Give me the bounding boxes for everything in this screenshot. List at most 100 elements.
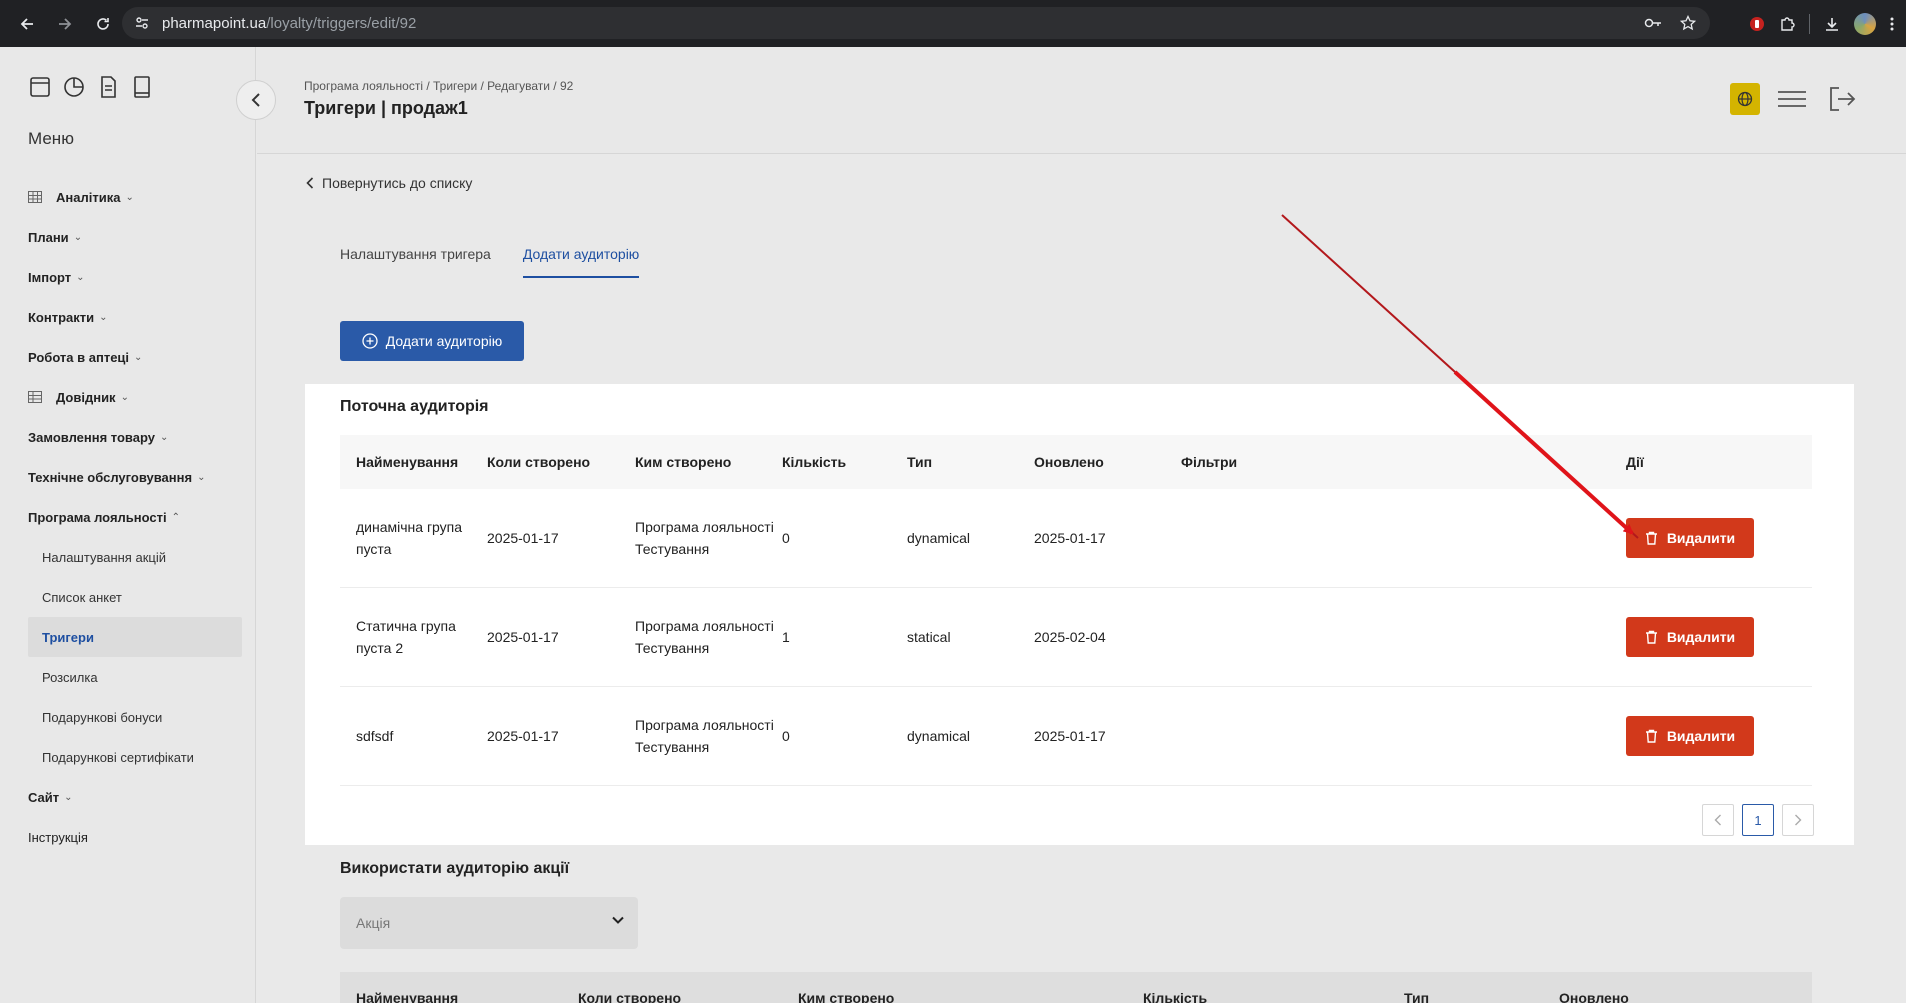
next-page-button[interactable] bbox=[1782, 804, 1814, 836]
sidebar-subitem-triggers[interactable]: Тригери bbox=[28, 617, 242, 657]
chevron-down-icon: ⌄ bbox=[73, 231, 83, 243]
cell-name: Статична група пуста 2 bbox=[356, 618, 456, 656]
browser-menu-icon[interactable] bbox=[1890, 16, 1894, 32]
url-text: pharmapoint.ua/loyalty/triggers/edit/92 bbox=[162, 15, 416, 32]
logout-icon[interactable] bbox=[1824, 83, 1860, 115]
forward-icon[interactable] bbox=[48, 7, 82, 41]
sidebar-item-label: Технічне обслуговування bbox=[28, 469, 193, 485]
table-row: sdfsdf 2025-01-17 Програма лояльності Те… bbox=[340, 687, 1812, 786]
chevron-down-icon: ⌄ bbox=[160, 431, 169, 443]
sidebar-subitem-gift-bonuses[interactable]: Подарункові бонуси bbox=[0, 697, 256, 737]
tab-trigger-settings[interactable]: Налаштування тригера bbox=[340, 246, 491, 278]
page-number-button[interactable]: 1 bbox=[1742, 804, 1774, 836]
url-path: /loyalty/triggers/edit/92 bbox=[266, 14, 417, 32]
bookmark-star-icon[interactable] bbox=[1680, 15, 1696, 31]
chevron-down-icon: ⌄ bbox=[64, 791, 73, 803]
delete-label: Видалити bbox=[1666, 728, 1736, 744]
toolbar-separator bbox=[1809, 13, 1810, 34]
sidebar-item-analytics[interactable]: Аналітика ⌄ bbox=[0, 177, 256, 217]
delete-button[interactable]: Видалити bbox=[1626, 617, 1754, 657]
archive-icon[interactable] bbox=[28, 75, 52, 99]
prev-page-button[interactable] bbox=[1702, 804, 1734, 836]
book-icon[interactable] bbox=[130, 75, 154, 99]
sidebar-subitem-gift-certificates[interactable]: Подарункові сертифікати bbox=[0, 737, 256, 777]
cell-count: 0 bbox=[782, 530, 790, 546]
browser-nav bbox=[0, 7, 120, 41]
promotion-select[interactable]: Акція bbox=[340, 897, 638, 949]
chevron-down-icon: ⌄ bbox=[76, 271, 85, 283]
col-header-updated[interactable]: Оновлено bbox=[1034, 454, 1181, 470]
col-header-name: Найменування bbox=[356, 990, 459, 1003]
use-audience-table-header: Найменування Коли створено Ким створено … bbox=[340, 972, 1812, 1003]
chevron-down-icon: ⌄ bbox=[120, 391, 129, 403]
back-to-list-link[interactable]: Повернутись до списку bbox=[306, 175, 472, 191]
sidebar-item-directory[interactable]: Довідник ⌄ bbox=[0, 377, 256, 417]
add-audience-button[interactable]: Додати аудиторію bbox=[340, 321, 524, 361]
cell-name: динамічна група пуста bbox=[356, 519, 463, 557]
extension-stop-icon[interactable] bbox=[1749, 16, 1765, 32]
sidebar-item-pharmacy-work[interactable]: Робота в аптеці ⌄ bbox=[0, 337, 256, 377]
col-header-name[interactable]: Найменування bbox=[340, 451, 487, 473]
browser-toolbar: pharmapoint.ua/loyalty/triggers/edit/92 bbox=[0, 0, 1906, 47]
sidebar-item-label: Сайт bbox=[28, 789, 60, 805]
delete-button[interactable]: Видалити bbox=[1626, 518, 1754, 558]
tab-bar: Налаштування тригера Додати аудиторію bbox=[340, 246, 640, 278]
download-icon[interactable] bbox=[1824, 16, 1840, 32]
back-icon[interactable] bbox=[10, 7, 44, 41]
col-header-creator[interactable]: Ким створено bbox=[635, 451, 782, 473]
address-bar[interactable]: pharmapoint.ua/loyalty/triggers/edit/92 bbox=[122, 7, 1710, 39]
sidebar-item-plans[interactable]: Плани ⌄ bbox=[0, 217, 256, 257]
password-key-icon[interactable] bbox=[1644, 16, 1662, 30]
sidebar-item-contracts[interactable]: Контракти ⌄ bbox=[0, 297, 256, 337]
hamburger-menu-icon[interactable] bbox=[1774, 83, 1810, 115]
col-header-created[interactable]: Коли створено bbox=[487, 454, 635, 470]
sidebar-subitem-surveys[interactable]: Список анкет bbox=[0, 577, 256, 617]
sidebar-subitem-promo-settings[interactable]: Налаштування акцій bbox=[0, 537, 256, 577]
sidebar-quick-icons bbox=[28, 75, 154, 99]
plus-circle-icon bbox=[362, 333, 378, 349]
cell-actions: Видалити bbox=[1626, 518, 1812, 558]
language-button[interactable] bbox=[1730, 83, 1760, 115]
sidebar-item-maintenance[interactable]: Технічне обслуговування ⌄ bbox=[0, 457, 256, 497]
reload-icon[interactable] bbox=[86, 7, 120, 41]
col-header-created: Коли створено bbox=[578, 990, 682, 1003]
sidebar-item-import[interactable]: Імпорт ⌄ bbox=[0, 257, 256, 297]
page-header: Програма лояльності / Тригери / Редагува… bbox=[257, 47, 1906, 154]
sidebar-item-site[interactable]: Сайт ⌄ bbox=[0, 777, 256, 817]
cell-creator: Програма лояльності Тестування bbox=[635, 519, 774, 557]
pie-chart-icon[interactable] bbox=[62, 75, 86, 99]
collapse-sidebar-button[interactable] bbox=[236, 80, 276, 120]
chevron-down-icon bbox=[612, 916, 624, 924]
sidebar-item-orders[interactable]: Замовлення товару ⌄ bbox=[0, 417, 256, 457]
cell-type: dynamical bbox=[907, 728, 971, 744]
sidebar: Меню Аналітика ⌄ Плани ⌄ Імпорт ⌄ Контракти… bbox=[0, 47, 256, 1003]
sidebar-item-loyalty[interactable]: Програма лояльності ⌃ bbox=[0, 497, 256, 537]
site-info-icon[interactable] bbox=[126, 7, 158, 39]
sidebar-subitem-mailing[interactable]: Розсилка bbox=[0, 657, 256, 697]
cell-type: statical bbox=[907, 629, 951, 645]
use-audience-title: Використати аудиторію акції bbox=[340, 860, 570, 877]
delete-label: Видалити bbox=[1666, 530, 1736, 546]
table-row: динамічна група пуста 2025-01-17 Програм… bbox=[340, 489, 1812, 588]
delete-button[interactable]: Видалити bbox=[1626, 716, 1754, 756]
col-header-type[interactable]: Тип bbox=[907, 454, 1034, 470]
col-header-count[interactable]: Кількість bbox=[782, 454, 907, 470]
document-icon[interactable] bbox=[96, 75, 120, 99]
sidebar-item-label: Замовлення товару bbox=[28, 429, 155, 445]
chevron-left-icon bbox=[306, 177, 314, 189]
chevron-up-icon: ⌃ bbox=[171, 511, 181, 523]
cell-updated: 2025-02-04 bbox=[1034, 629, 1106, 645]
header-actions bbox=[1730, 83, 1906, 115]
cell-updated: 2025-01-17 bbox=[1034, 530, 1106, 546]
extensions-puzzle-icon[interactable] bbox=[1779, 16, 1795, 32]
sidebar-item-label: Аналітика bbox=[56, 189, 121, 205]
col-header-updated: Оновлено bbox=[1559, 990, 1629, 1003]
table-header: Найменування Коли створено Ким створено … bbox=[340, 435, 1812, 489]
sidebar-item-instruction[interactable]: Інструкція bbox=[0, 817, 256, 857]
cell-name: sdfsdf bbox=[356, 728, 394, 744]
pagination: 1 bbox=[1702, 804, 1814, 836]
profile-avatar[interactable] bbox=[1854, 12, 1876, 35]
tab-add-audience[interactable]: Додати аудиторію bbox=[522, 246, 640, 278]
add-audience-label: Додати аудиторію bbox=[385, 333, 503, 349]
table-icon bbox=[28, 191, 42, 203]
